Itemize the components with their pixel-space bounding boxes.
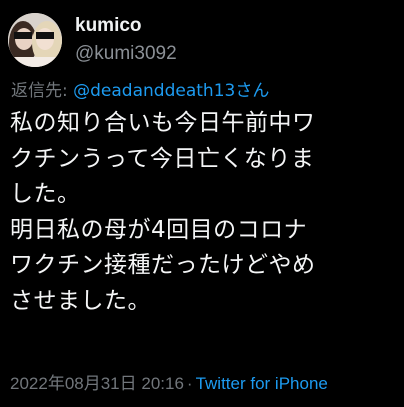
tweet-body-line: 私の知り合いも今日午前中ワ (10, 110, 316, 136)
tweet-timestamp[interactable]: 2022年08月31日 20:16 (10, 374, 184, 393)
tweet-meta: 2022年08月31日 20:16 · Twitter for iPhone (10, 373, 328, 395)
tweet-body-line: させました。 (10, 287, 151, 314)
author-display-name[interactable]: kumico (75, 14, 177, 38)
avatar-photo-icon (8, 13, 62, 67)
reply-to-user-link[interactable]: @deadanddeath13さん (73, 81, 269, 101)
tweet: kumico @kumi3092 返信先: @deadanddeath13さん … (0, 0, 404, 407)
tweet-body: 私の知り合いも今日午前中ワ クチンうって今日亡くなりま した。 明日私の母が4回… (10, 106, 400, 319)
reply-to-label: 返信先: (11, 81, 74, 101)
tweet-source-link[interactable]: Twitter for iPhone (196, 374, 328, 393)
tweet-header: kumico @kumi3092 (8, 13, 177, 67)
tweet-body-line: ワクチン接種だったけどやめ (10, 252, 316, 278)
tweet-body-line: 明日私の母が4回目のコロナ (10, 216, 308, 243)
author-handle[interactable]: @kumi3092 (75, 42, 177, 66)
tweet-body-line: クチンうって今日亡くなりま (10, 145, 315, 172)
author-names: kumico @kumi3092 (75, 14, 177, 66)
tweet-body-line: した。 (10, 181, 81, 207)
meta-separator: · (186, 374, 193, 393)
reply-to-line: 返信先: @deadanddeath13さん (11, 80, 269, 102)
avatar[interactable] (8, 13, 62, 67)
